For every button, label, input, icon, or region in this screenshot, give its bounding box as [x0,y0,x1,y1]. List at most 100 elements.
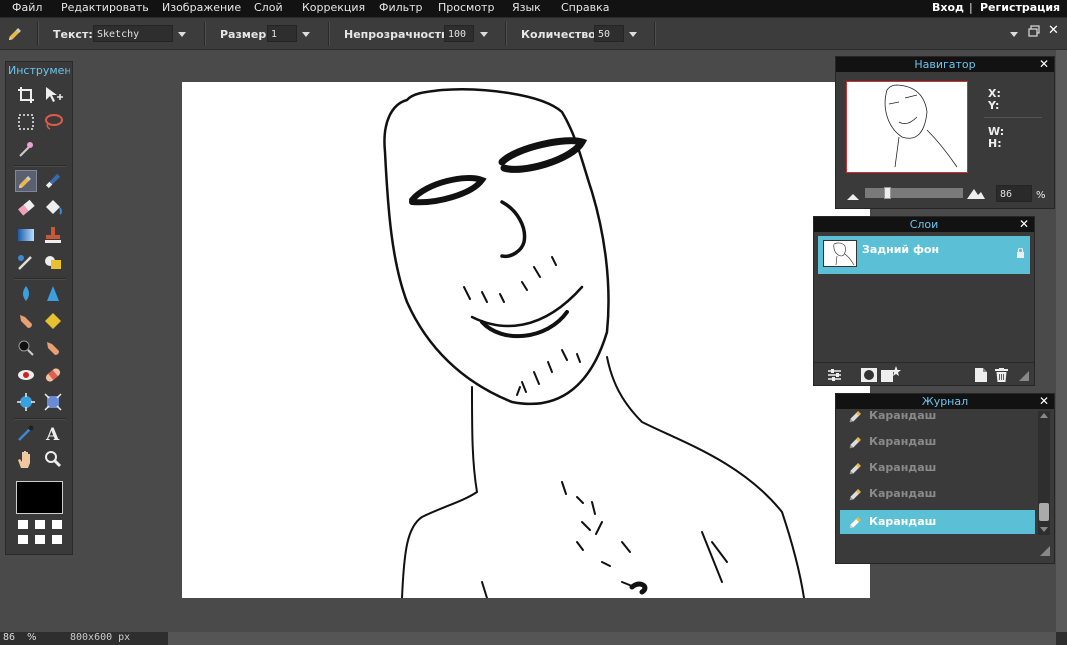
marquee-icon[interactable] [15,111,37,133]
panel-menu-icon[interactable] [1010,32,1018,37]
blur-icon[interactable] [15,283,37,305]
history-item[interactable]: Карандаш [840,431,1034,453]
history-scroll-thumb[interactable] [1039,503,1049,521]
color-picker-icon[interactable] [15,422,37,444]
history-list: Карандаш Карандаш Карандаш Карандаш Кара… [836,409,1036,536]
restore-window-icon[interactable] [1028,25,1040,40]
opacity-input[interactable]: 100 [444,25,474,42]
color-replace-icon[interactable] [15,251,37,273]
menu-language[interactable]: Язык [512,1,541,14]
sponge-icon[interactable] [42,310,64,332]
smudge-icon[interactable] [15,310,37,332]
text-input[interactable]: Sketchy [93,25,173,42]
navigator-thumbnail[interactable] [846,81,968,173]
red-eye-icon[interactable] [15,364,37,386]
pencil-icon [848,460,864,479]
menu-bar: Файл Редактировать Изображение Слой Корр… [0,0,1067,18]
delete-layer-icon[interactable] [995,368,1008,385]
layout-grid-icon[interactable] [17,519,65,547]
opacity-dropdown-icon[interactable] [480,32,488,37]
menu-adjust[interactable]: Коррекция [302,1,365,14]
gradient-icon[interactable] [15,224,37,246]
menu-layer[interactable]: Слой [254,1,283,14]
resize-handle-icon[interactable] [1019,371,1029,384]
history-item-selected[interactable]: Карандаш [840,510,1035,534]
status-zoom[interactable]: 86 [3,632,15,643]
hand-icon[interactable] [15,448,37,470]
burn-icon[interactable] [15,337,37,359]
text-dropdown-icon[interactable] [178,32,186,37]
menu-filter[interactable]: Фильтр [379,1,423,14]
size-input[interactable]: 1 [267,25,297,42]
layer-item[interactable]: Задний фон [818,236,1030,274]
clone-stamp-icon[interactable] [42,224,64,246]
zoom-slider-thumb[interactable] [884,187,891,199]
new-layer-icon[interactable] [975,368,987,385]
zoom-input[interactable]: 86 [996,185,1032,202]
layer-effects-icon[interactable] [881,366,901,385]
layer-thumbnail [823,240,857,267]
count-dropdown-icon[interactable] [629,32,637,37]
register-link[interactable]: Регистрация [980,1,1060,14]
close-window-icon[interactable]: ✕ [1048,23,1059,38]
menu-divider: | [969,1,973,14]
layers-title: Слои [814,217,1034,232]
crop-icon[interactable] [15,84,37,106]
brush-icon[interactable] [42,170,64,192]
menu-image[interactable]: Изображение [162,1,241,14]
zoom-in-icon[interactable] [967,187,985,202]
navigator-title: Навигатор [836,57,1054,72]
navigator-close-icon[interactable]: ✕ [1039,57,1049,72]
history-item[interactable]: Карандаш [840,483,1034,505]
menu-edit[interactable]: Редактировать [61,1,149,14]
history-item[interactable]: Карандаш [840,457,1034,479]
lasso-icon[interactable] [42,111,64,133]
pencil-icon [848,486,864,505]
vertical-scrollbar[interactable] [1056,50,1067,632]
count-input[interactable]: 50 [594,25,624,42]
shape-icon[interactable] [42,251,64,273]
zoom-out-icon[interactable] [847,190,859,203]
horizontal-scrollbar[interactable] [168,632,1056,645]
move-icon[interactable] [42,84,64,106]
login-link[interactable]: Вход [932,1,964,14]
tool-options-bar: Текст: Sketchy Размер: 1 Непрозрачность:… [0,18,1067,50]
history-item-label: Карандаш [869,409,937,422]
foreground-color-swatch[interactable] [16,481,63,514]
image-canvas[interactable] [182,82,870,598]
pencil-icon [18,176,31,189]
sharpen-icon[interactable] [42,283,64,305]
size-dropdown-icon[interactable] [302,32,310,37]
history-panel: Журнал ✕ Карандаш Карандаш Карандаш Кара… [835,393,1055,564]
resize-handle-icon[interactable] [1040,546,1050,559]
menu-file[interactable]: Файл [12,1,42,14]
history-item-label: Карандаш [869,487,937,500]
zoom-slider[interactable] [865,187,963,199]
paint-bucket-icon[interactable] [42,197,64,219]
zoom-icon[interactable] [42,448,64,470]
layers-close-icon[interactable]: ✕ [1019,217,1029,232]
pencil-tool[interactable] [15,170,37,192]
dodge-icon[interactable] [42,337,64,359]
healing-icon[interactable] [42,364,64,386]
opacity-label: Непрозрачность: [344,28,453,41]
layer-settings-icon[interactable] [828,369,841,384]
history-item-label: Карандаш [869,461,937,474]
eraser-icon[interactable] [15,197,37,219]
menu-help[interactable]: Справка [561,1,609,14]
svg-text:A: A [45,425,60,444]
bloat-icon[interactable] [15,391,37,413]
sketch-drawing [383,88,805,598]
zoom-unit: % [1036,190,1046,201]
magic-wand-icon[interactable] [15,138,37,160]
history-item-label: Карандаш [869,515,937,528]
type-icon[interactable]: A [42,422,64,445]
history-item[interactable]: Карандаш [840,409,1034,427]
layer-mask-icon[interactable] [861,368,877,385]
history-close-icon[interactable]: ✕ [1039,394,1049,409]
menu-view[interactable]: Просмотр [438,1,494,14]
history-scrollbar[interactable] [1038,411,1050,535]
pinch-icon[interactable] [42,391,64,413]
lock-icon [1016,247,1025,261]
count-label: Количество: [521,28,601,41]
